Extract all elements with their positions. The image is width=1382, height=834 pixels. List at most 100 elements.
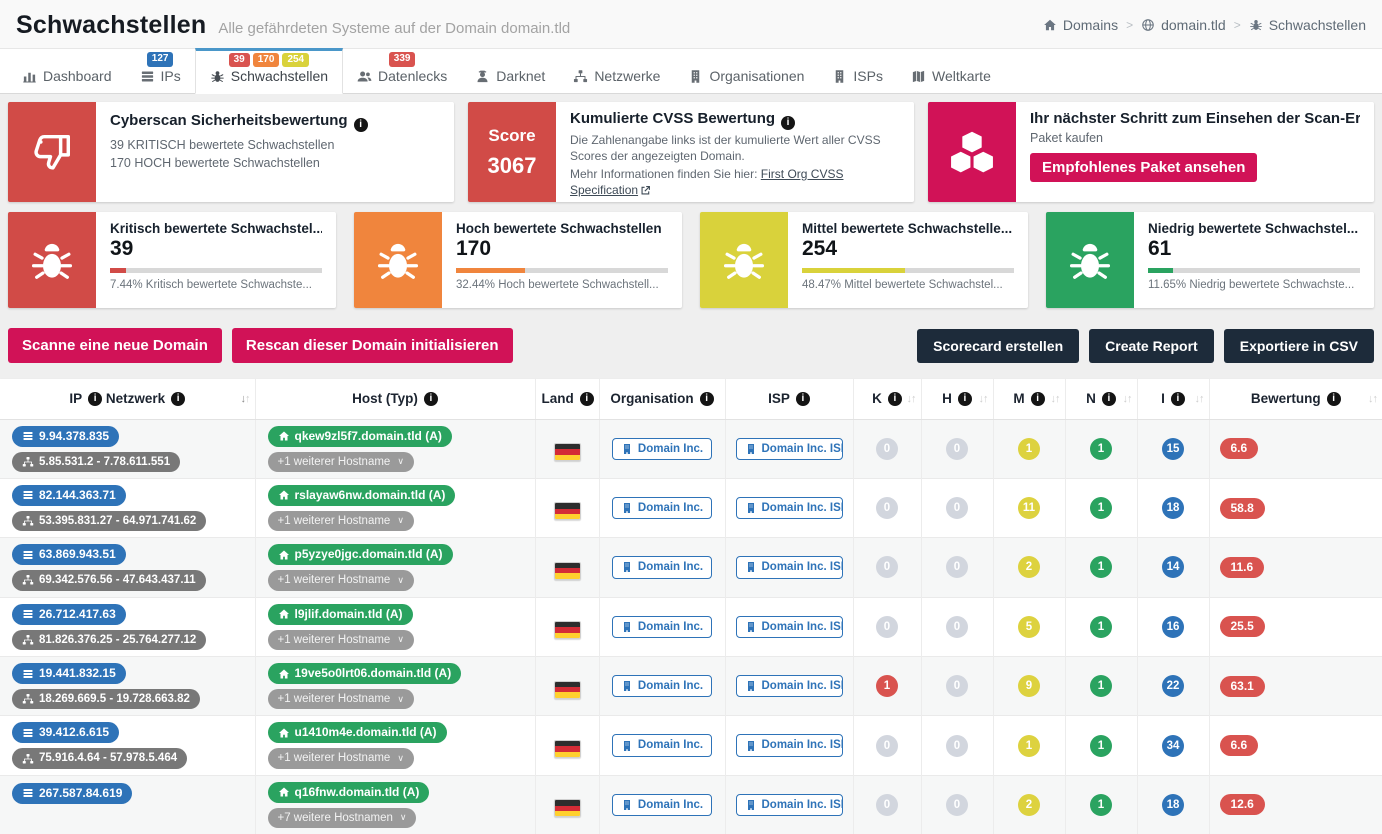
organisation-badge[interactable]: Domain Inc. <box>612 497 712 519</box>
more-hostnames-toggle[interactable]: +1 weiterer Hostname∨ <box>268 689 414 709</box>
network-badge[interactable]: 18.269.669.5 - 19.728.663.82 <box>12 689 200 709</box>
info-icon[interactable]: i <box>354 118 368 132</box>
tab-schwachstellen[interactable]: 39 170 254 Schwachstellen <box>195 48 343 94</box>
sort-icon[interactable]: ↓↑ <box>979 393 988 405</box>
breadcrumb-separator: > <box>1234 18 1241 32</box>
isp-badge[interactable]: Domain Inc. ISP <box>736 675 843 697</box>
info-icon[interactable]: i <box>424 392 438 406</box>
ip-badge[interactable]: 26.712.417.63 <box>12 604 126 625</box>
info-icon[interactable]: i <box>171 392 185 406</box>
isp-badge[interactable]: Domain Inc. ISP <box>736 616 843 638</box>
tab-ips[interactable]: 127 IPs <box>126 47 195 93</box>
breadcrumb-domains[interactable]: Domains <box>1043 17 1118 33</box>
ip-badge[interactable]: 19.441.832.15 <box>12 663 126 684</box>
host-badge[interactable]: p5yzye0jgc.domain.tld (A) <box>268 544 453 565</box>
sort-icon[interactable]: ↓↑ <box>1368 393 1377 405</box>
sort-icon[interactable]: ↓↑ <box>1195 393 1204 405</box>
header-ip-network[interactable]: IPi Netzwerki ↓↑ <box>0 379 255 419</box>
info-icon[interactable]: i <box>958 392 972 406</box>
rescan-domain-button[interactable]: Rescan dieser Domain initialisieren <box>232 328 513 363</box>
host-badge[interactable]: 19ve5o0lrt06.domain.tld (A) <box>268 663 462 684</box>
sort-icon[interactable]: ↓↑ <box>241 393 250 405</box>
header-high[interactable]: Hi↓↑ <box>921 379 993 419</box>
info-icon[interactable]: i <box>88 392 102 406</box>
breadcrumb-domain[interactable]: domain.tld <box>1141 17 1226 33</box>
low-count: 1 <box>1090 794 1112 816</box>
tab-datenlecks[interactable]: 339 Datenlecks <box>343 47 461 93</box>
header-critical[interactable]: Ki↓↑ <box>853 379 921 419</box>
isp-badge[interactable]: Domain Inc. ISP <box>736 497 843 519</box>
high-count: 0 <box>946 497 968 519</box>
chevron-down-icon: ∨ <box>397 694 404 705</box>
tab-darknet[interactable]: Darknet <box>461 47 559 93</box>
tab-isps[interactable]: ISPs <box>818 47 897 93</box>
critical-count: 0 <box>876 497 898 519</box>
organisation-badge[interactable]: Domain Inc. <box>612 438 712 460</box>
isp-badge[interactable]: Domain Inc. ISP <box>736 556 843 578</box>
ip-badge[interactable]: 63.869.943.51 <box>12 544 126 565</box>
info-icon[interactable]: i <box>1031 392 1045 406</box>
isp-badge[interactable]: Domain Inc. ISP <box>736 794 843 816</box>
organisation-badge[interactable]: Domain Inc. <box>612 675 712 697</box>
high-count: 0 <box>946 556 968 578</box>
severity-value: 61 <box>1148 237 1360 261</box>
datenlecks-count-badge: 339 <box>389 52 416 67</box>
card-title: Kumulierte CVSS Bewertungi <box>570 110 900 130</box>
more-hostnames-toggle[interactable]: +1 weiterer Hostname∨ <box>268 452 414 472</box>
info-icon[interactable]: i <box>1102 392 1116 406</box>
more-hostnames-toggle[interactable]: +1 weiterer Hostname∨ <box>268 630 414 650</box>
network-badge[interactable]: 53.395.831.27 - 64.971.741.62 <box>12 511 206 531</box>
chevron-down-icon: ∨ <box>397 753 404 764</box>
tab-weltkarte[interactable]: Weltkarte <box>897 47 1005 93</box>
view-package-button[interactable]: Empfohlenes Paket ansehen <box>1030 153 1257 182</box>
host-badge[interactable]: q16fnw.domain.tld (A) <box>268 782 430 803</box>
network-badge[interactable]: 81.826.376.25 - 25.764.277.12 <box>12 630 206 650</box>
ip-badge[interactable]: 267.587.84.619 <box>12 783 132 804</box>
info-count: 18 <box>1162 497 1184 519</box>
host-badge[interactable]: l9jlif.domain.tld (A) <box>268 604 413 625</box>
sort-icon[interactable]: ↓↑ <box>1051 393 1060 405</box>
tab-netzwerke[interactable]: Netzwerke <box>559 47 674 93</box>
info-icon[interactable]: i <box>1171 392 1185 406</box>
network-badge[interactable]: 5.85.531.2 - 7.78.611.551 <box>12 452 180 472</box>
host-badge[interactable]: rslayaw6nw.domain.tld (A) <box>268 485 456 506</box>
create-report-button[interactable]: Create Report <box>1089 329 1214 363</box>
info-icon[interactable]: i <box>580 392 594 406</box>
export-csv-button[interactable]: Exportiere in CSV <box>1224 329 1374 363</box>
header-rating[interactable]: Bewertungi↓↑ <box>1209 379 1382 419</box>
more-hostnames-toggle[interactable]: +1 weiterer Hostname∨ <box>268 748 414 768</box>
isp-badge[interactable]: Domain Inc. ISP <box>736 734 843 756</box>
sort-icon[interactable]: ↓↑ <box>1123 393 1132 405</box>
info-icon[interactable]: i <box>781 116 795 130</box>
tab-organisationen[interactable]: Organisationen <box>674 47 818 93</box>
isp-badge[interactable]: Domain Inc. ISP <box>736 438 843 460</box>
ip-badge[interactable]: 9.94.378.835 <box>12 426 119 447</box>
more-hostnames-toggle[interactable]: +1 weiterer Hostname∨ <box>268 570 414 590</box>
host-badge[interactable]: qkew9zl5f7.domain.tld (A) <box>268 426 452 447</box>
header-low[interactable]: Ni↓↑ <box>1065 379 1137 419</box>
info-icon[interactable]: i <box>888 392 902 406</box>
tab-dashboard[interactable]: Dashboard <box>8 47 126 93</box>
organisation-badge[interactable]: Domain Inc. <box>612 734 712 756</box>
info-icon[interactable]: i <box>700 392 714 406</box>
header-info[interactable]: Ii↓↑ <box>1137 379 1209 419</box>
score-value: 3067 <box>488 153 537 179</box>
next-step-subtitle: Paket kaufen <box>1030 130 1360 147</box>
network-badge[interactable]: 75.916.4.64 - 57.978.5.464 <box>12 748 187 768</box>
ip-badge[interactable]: 39.412.6.615 <box>12 722 119 743</box>
actions-row: Scanne eine neue Domain Rescan dieser Do… <box>8 328 1374 363</box>
organisation-badge[interactable]: Domain Inc. <box>612 794 712 816</box>
more-hostnames-toggle[interactable]: +1 weiterer Hostname∨ <box>268 511 414 531</box>
organisation-badge[interactable]: Domain Inc. <box>612 616 712 638</box>
host-badge[interactable]: u1410m4e.domain.tld (A) <box>268 722 447 743</box>
scan-new-domain-button[interactable]: Scanne eine neue Domain <box>8 328 222 363</box>
header-medium[interactable]: Mi↓↑ <box>993 379 1065 419</box>
create-scorecard-button[interactable]: Scorecard erstellen <box>917 329 1079 363</box>
ip-badge[interactable]: 82.144.363.71 <box>12 485 126 506</box>
network-badge[interactable]: 69.342.576.56 - 47.643.437.11 <box>12 570 206 590</box>
info-icon[interactable]: i <box>796 392 810 406</box>
info-icon[interactable]: i <box>1327 392 1341 406</box>
organisation-badge[interactable]: Domain Inc. <box>612 556 712 578</box>
more-hostnames-toggle[interactable]: +7 weitere Hostnamen∨ <box>268 808 417 828</box>
sort-icon[interactable]: ↓↑ <box>907 393 916 405</box>
